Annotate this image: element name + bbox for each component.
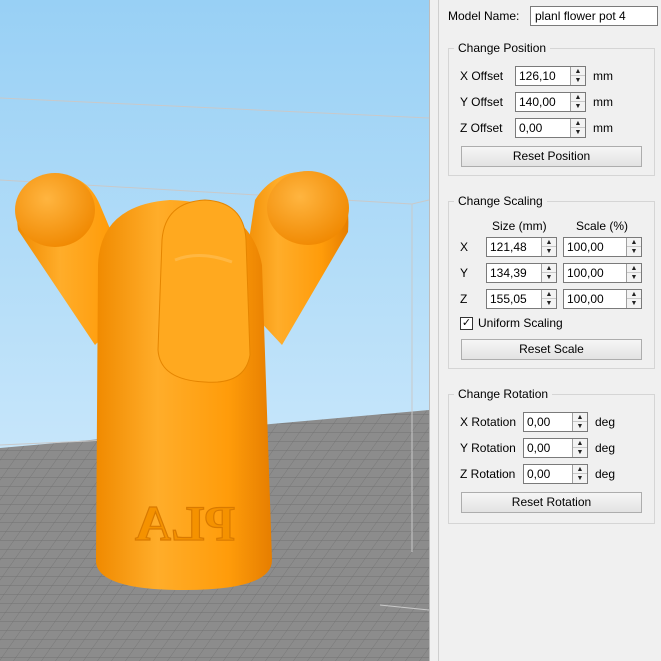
x-rotation-unit: deg	[595, 415, 616, 429]
z-offset-spinbox[interactable]: 0,00 ▲ ▼	[515, 118, 586, 138]
model-name-input[interactable]: planl flower pot 4	[530, 6, 658, 26]
triangle-up-icon[interactable]: ▲	[627, 264, 641, 273]
triangle-up-icon[interactable]: ▲	[542, 238, 556, 247]
triangle-up-icon[interactable]: ▲	[573, 465, 587, 474]
z-offset-unit: mm	[593, 121, 613, 135]
rotation-group-title: Change Rotation	[454, 387, 553, 401]
scale-column-header: Scale (%)	[576, 219, 629, 233]
triangle-up-icon[interactable]: ▲	[573, 439, 587, 448]
size-y-value: 134,39	[490, 266, 527, 280]
triangle-up-icon[interactable]: ▲	[542, 290, 556, 299]
scaling-group-title: Change Scaling	[454, 194, 547, 208]
x-rotation-label: X Rotation	[460, 415, 517, 429]
x-rotation-value: 0,00	[527, 415, 551, 429]
scale-x-value: 100,00	[567, 240, 604, 254]
y-offset-value: 140,00	[519, 95, 556, 109]
y-offset-label: Y Offset	[460, 95, 503, 109]
y-offset-unit: mm	[593, 95, 613, 109]
triangle-up-icon[interactable]: ▲	[571, 119, 585, 128]
y-rotation-label: Y Rotation	[460, 441, 516, 455]
scale-z-axis-label: Z	[460, 292, 468, 306]
y-rotation-unit: deg	[595, 441, 616, 455]
triangle-up-icon[interactable]: ▲	[542, 264, 556, 273]
triangle-up-icon[interactable]: ▲	[573, 413, 587, 422]
y-rotation-spinbox[interactable]: 0,00 ▲ ▼	[523, 438, 588, 458]
x-rotation-spinbox[interactable]: 0,00 ▲ ▼	[523, 412, 588, 432]
size-x-value: 121,48	[490, 240, 527, 254]
reset-scale-button[interactable]: Reset Scale	[461, 339, 642, 360]
y-rotation-value: 0,00	[527, 441, 551, 455]
3d-viewport[interactable]: PLA	[0, 0, 429, 661]
uniform-scaling-checkbox[interactable]: ✓	[460, 317, 473, 330]
triangle-up-icon[interactable]: ▲	[627, 238, 641, 247]
scale-y-axis-label: Y	[460, 266, 469, 280]
embossed-model-text: PLA	[135, 495, 235, 551]
size-column-header: Size (mm)	[492, 219, 547, 233]
z-rotation-label: Z Rotation	[460, 467, 516, 481]
scale-z-value: 100,00	[567, 292, 604, 306]
scale-x-axis-label: X	[460, 240, 469, 254]
model-name-label: Model Name:	[448, 9, 520, 23]
position-group-title: Change Position	[454, 41, 551, 55]
triangle-down-icon[interactable]: ▼	[573, 474, 587, 483]
uniform-scaling-label[interactable]: Uniform Scaling	[478, 316, 563, 330]
z-offset-label: Z Offset	[460, 121, 503, 135]
scene-canvas[interactable]: PLA	[0, 0, 429, 661]
size-x-spinbox[interactable]: 121,48 ▲ ▼	[486, 237, 557, 257]
y-offset-spinbox[interactable]: 140,00 ▲ ▼	[515, 92, 586, 112]
triangle-down-icon[interactable]: ▼	[571, 128, 585, 137]
triangle-down-icon[interactable]: ▼	[542, 273, 556, 282]
reset-position-button[interactable]: Reset Position	[461, 146, 642, 167]
scale-x-spinbox[interactable]: 100,00 ▲ ▼	[563, 237, 642, 257]
reset-rotation-button[interactable]: Reset Rotation	[461, 492, 642, 513]
triangle-down-icon[interactable]: ▼	[627, 299, 641, 308]
triangle-down-icon[interactable]: ▼	[573, 448, 587, 457]
model-front-finger	[157, 199, 251, 383]
checkmark-icon: ✓	[461, 317, 472, 329]
size-y-spinbox[interactable]: 134,39 ▲ ▼	[486, 263, 557, 283]
z-rotation-unit: deg	[595, 467, 616, 481]
triangle-down-icon[interactable]: ▼	[542, 247, 556, 256]
x-offset-value: 126,10	[519, 69, 556, 83]
triangle-up-icon[interactable]: ▲	[627, 290, 641, 299]
size-z-spinbox[interactable]: 155,05 ▲ ▼	[486, 289, 557, 309]
triangle-down-icon[interactable]: ▼	[627, 273, 641, 282]
panel-splitter[interactable]	[429, 0, 439, 661]
triangle-down-icon[interactable]: ▼	[627, 247, 641, 256]
triangle-down-icon[interactable]: ▼	[571, 76, 585, 85]
triangle-down-icon[interactable]: ▼	[542, 299, 556, 308]
triangle-down-icon[interactable]: ▼	[573, 422, 587, 431]
triangle-up-icon[interactable]: ▲	[571, 93, 585, 102]
triangle-down-icon[interactable]: ▼	[571, 102, 585, 111]
properties-panel: Model Name: planl flower pot 4 Change Po…	[439, 0, 661, 661]
z-offset-value: 0,00	[519, 121, 543, 135]
triangle-up-icon[interactable]: ▲	[571, 67, 585, 76]
z-rotation-value: 0,00	[527, 467, 551, 481]
scale-y-spinbox[interactable]: 100,00 ▲ ▼	[563, 263, 642, 283]
x-offset-unit: mm	[593, 69, 613, 83]
x-offset-label: X Offset	[460, 69, 504, 83]
x-offset-spinbox[interactable]: 126,10 ▲ ▼	[515, 66, 586, 86]
z-rotation-spinbox[interactable]: 0,00 ▲ ▼	[523, 464, 588, 484]
scale-z-spinbox[interactable]: 100,00 ▲ ▼	[563, 289, 642, 309]
model-name-value: planl flower pot 4	[535, 9, 626, 23]
size-z-value: 155,05	[490, 292, 527, 306]
scale-y-value: 100,00	[567, 266, 604, 280]
